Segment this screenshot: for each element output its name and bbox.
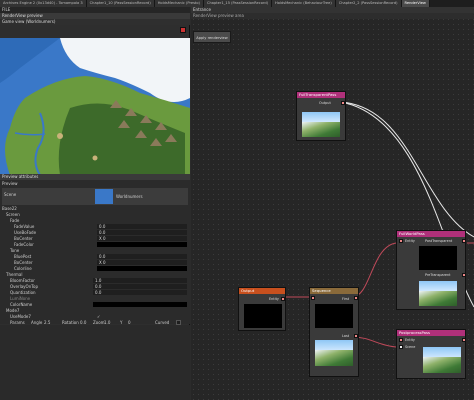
node-postprocess-pass[interactable]: PostprocessPass Entity Scene <box>396 329 466 379</box>
scene-field[interactable]: Scene Worldnumers <box>2 188 188 205</box>
use-fade-field[interactable]: 0.0 <box>97 230 187 235</box>
thermal-label: Thermal <box>6 272 23 277</box>
node-title: FullTransparentPass <box>297 92 345 98</box>
tone-color-label: Colorline <box>14 266 32 271</box>
last-preview <box>315 340 353 366</box>
tab-chapter1-10[interactable]: Chapter1_10 (PassSessionRecord) <box>86 0 155 7</box>
map-illustration <box>0 38 190 175</box>
node-preview-thumbnail <box>302 112 340 137</box>
port-entity-label: Entity <box>405 338 415 342</box>
port-output-label: Output <box>319 101 331 105</box>
blur-label: BluePost <box>14 254 32 259</box>
attributes-header: Preview attributes <box>0 174 190 180</box>
colorname-swatch[interactable] <box>93 302 187 307</box>
postprocess-preview <box>423 347 461 373</box>
attributes-panel: Preview attributes Preview Scene Worldnu… <box>0 174 190 325</box>
scene-value: Worldnumers <box>116 194 143 199</box>
node-title: Output <box>239 288 285 294</box>
port-scene[interactable] <box>399 345 403 349</box>
node-output[interactable]: Output Entity <box>238 287 286 331</box>
pre-transparent-preview <box>419 281 457 306</box>
port-output[interactable] <box>341 101 345 105</box>
bo-center-field[interactable]: X 0 <box>97 236 187 241</box>
luminance-label: LumiNone <box>10 296 31 301</box>
preview-section-label: Preview <box>2 181 18 186</box>
port-entity-label: Entity <box>269 297 279 301</box>
tab-renderview[interactable]: RenderView <box>401 0 430 7</box>
port-post[interactable] <box>462 239 466 243</box>
port-entity[interactable] <box>281 297 285 301</box>
fade-value-field[interactable]: 0.0 <box>97 224 187 229</box>
scene-label: Scene <box>4 192 17 197</box>
quant-label: Quantization <box>10 290 36 295</box>
node-full-world-pass[interactable]: FullWorldPass Entity PostTransparent Pre… <box>396 230 466 310</box>
node-sequence[interactable]: Sequence First Last <box>309 287 359 377</box>
first-preview <box>315 304 353 328</box>
menu-file[interactable]: FILE <box>2 7 10 12</box>
port-in[interactable] <box>311 296 315 300</box>
port-entity[interactable] <box>399 338 403 342</box>
mode7-label: Mode7 <box>6 308 20 313</box>
tone-label: Tone <box>10 248 20 253</box>
overlay-field[interactable]: 0.0 <box>93 284 187 289</box>
node-title: Sequence <box>310 288 358 294</box>
fade-label: Fade <box>10 218 20 223</box>
use-fade-label: UseBoFade <box>14 230 37 235</box>
game-preview-image <box>0 38 190 175</box>
port-entity-label: Entity <box>405 239 415 243</box>
node-title: PostprocessPass <box>397 330 465 336</box>
node-graph-canvas[interactable]: Entrance RenderView preview area Apply r… <box>191 7 474 400</box>
tab-holds-presto[interactable]: HoldsMechanic (Presto) <box>154 0 204 7</box>
usemode7-checkbox[interactable]: ✓ <box>97 314 102 319</box>
output-preview <box>244 304 282 328</box>
group-label: Base22 <box>2 206 17 211</box>
tone-color-swatch[interactable] <box>97 266 187 271</box>
tab-bar: Archives Engine 2 (0x13d40) - Tomampola … <box>0 0 474 7</box>
usemode7-label: UseMode7 <box>10 314 31 319</box>
bo-center-label: BoCenter <box>14 236 33 241</box>
node-title: FullWorldPass <box>397 231 465 237</box>
quant-field[interactable]: 0.0 <box>93 290 187 295</box>
port-out[interactable] <box>462 338 466 342</box>
post-transparent-preview <box>419 246 457 270</box>
node-full-transparent-pass[interactable]: FullTransparentPass Output <box>296 91 346 141</box>
tab-holds-behaviour[interactable]: HoldsMechanic (BehaviourTree) <box>272 0 336 7</box>
left-empty-area <box>0 325 190 400</box>
bloom-label: BloomFactor <box>10 278 35 283</box>
tone-center-label: BoCenter <box>14 260 33 265</box>
blur-field[interactable]: 0.0 <box>97 254 187 259</box>
fade-value-label: FadeValue <box>14 224 35 229</box>
overlay-label: OverlayOnTop <box>10 284 38 289</box>
port-scene-label: Scene <box>405 345 416 349</box>
bloom-field[interactable]: 1.0 <box>93 278 187 283</box>
colorname-label: ColorName <box>10 302 33 307</box>
port-post-label: PostTransparent <box>425 239 453 243</box>
port-first[interactable] <box>354 296 358 300</box>
left-panel: RenderView preview Game view (Worldnumer… <box>0 13 190 400</box>
port-first-label: First <box>342 297 350 301</box>
port-pre-label: PreTransparent <box>425 273 451 277</box>
screen-label: Screen <box>6 212 20 217</box>
fade-color-swatch[interactable] <box>97 242 187 247</box>
port-entity[interactable] <box>399 239 403 243</box>
tab-chapter1-15[interactable]: Chapter1_15 (PassSessionRecord) <box>203 0 273 7</box>
port-last-label: Last <box>342 334 350 338</box>
fade-color-label: FadeColor <box>14 242 34 247</box>
close-icon[interactable] <box>180 27 186 33</box>
tab-archives[interactable]: Archives Engine 2 (0x13d40) - Tomampola … <box>0 0 87 7</box>
port-last[interactable] <box>354 334 358 338</box>
scene-thumbnail <box>95 189 113 204</box>
port-pre[interactable] <box>462 273 466 277</box>
preview-subheader: Game view (Worldnumers) <box>0 19 190 25</box>
tone-center-field[interactable]: X 0 <box>97 260 187 265</box>
tab-chapter2-2[interactable]: Chapter2_2 (PassSessionRecord) <box>335 0 402 7</box>
